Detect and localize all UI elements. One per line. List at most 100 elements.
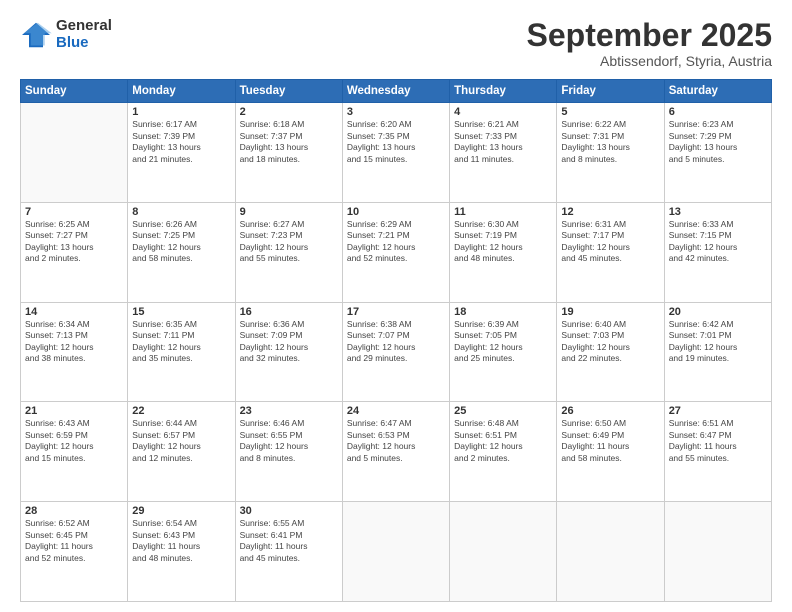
table-row: 9Sunrise: 6:27 AM Sunset: 7:23 PM Daylig… [235,202,342,302]
month-title: September 2025 [527,18,772,53]
header-saturday: Saturday [664,80,771,103]
day-info: Sunrise: 6:17 AM Sunset: 7:39 PM Dayligh… [132,119,230,165]
day-number: 11 [454,206,552,218]
day-info: Sunrise: 6:23 AM Sunset: 7:29 PM Dayligh… [669,119,767,165]
calendar-week-row: 1Sunrise: 6:17 AM Sunset: 7:39 PM Daylig… [21,103,772,203]
header-sunday: Sunday [21,80,128,103]
table-row: 10Sunrise: 6:29 AM Sunset: 7:21 PM Dayli… [342,202,449,302]
calendar-week-row: 7Sunrise: 6:25 AM Sunset: 7:27 PM Daylig… [21,202,772,302]
day-info: Sunrise: 6:36 AM Sunset: 7:09 PM Dayligh… [240,319,338,365]
table-row [664,502,771,602]
table-row [21,103,128,203]
day-number: 26 [561,405,659,417]
table-row: 28Sunrise: 6:52 AM Sunset: 6:45 PM Dayli… [21,502,128,602]
table-row [557,502,664,602]
day-info: Sunrise: 6:26 AM Sunset: 7:25 PM Dayligh… [132,219,230,265]
table-row: 13Sunrise: 6:33 AM Sunset: 7:15 PM Dayli… [664,202,771,302]
header-thursday: Thursday [450,80,557,103]
day-number: 20 [669,306,767,318]
day-info: Sunrise: 6:40 AM Sunset: 7:03 PM Dayligh… [561,319,659,365]
day-info: Sunrise: 6:30 AM Sunset: 7:19 PM Dayligh… [454,219,552,265]
day-number: 10 [347,206,445,218]
day-number: 2 [240,106,338,118]
day-info: Sunrise: 6:20 AM Sunset: 7:35 PM Dayligh… [347,119,445,165]
table-row: 1Sunrise: 6:17 AM Sunset: 7:39 PM Daylig… [128,103,235,203]
table-row: 12Sunrise: 6:31 AM Sunset: 7:17 PM Dayli… [557,202,664,302]
table-row [342,502,449,602]
table-row: 5Sunrise: 6:22 AM Sunset: 7:31 PM Daylig… [557,103,664,203]
title-block: September 2025 Abtissendorf, Styria, Aus… [527,18,772,69]
calendar-week-row: 28Sunrise: 6:52 AM Sunset: 6:45 PM Dayli… [21,502,772,602]
day-info: Sunrise: 6:21 AM Sunset: 7:33 PM Dayligh… [454,119,552,165]
day-number: 9 [240,206,338,218]
day-info: Sunrise: 6:55 AM Sunset: 6:41 PM Dayligh… [240,518,338,564]
day-info: Sunrise: 6:35 AM Sunset: 7:11 PM Dayligh… [132,319,230,365]
day-number: 4 [454,106,552,118]
day-info: Sunrise: 6:42 AM Sunset: 7:01 PM Dayligh… [669,319,767,365]
day-info: Sunrise: 6:52 AM Sunset: 6:45 PM Dayligh… [25,518,123,564]
day-number: 25 [454,405,552,417]
day-info: Sunrise: 6:29 AM Sunset: 7:21 PM Dayligh… [347,219,445,265]
day-number: 6 [669,106,767,118]
calendar-header-row: Sunday Monday Tuesday Wednesday Thursday… [21,80,772,103]
day-info: Sunrise: 6:31 AM Sunset: 7:17 PM Dayligh… [561,219,659,265]
table-row: 21Sunrise: 6:43 AM Sunset: 6:59 PM Dayli… [21,402,128,502]
day-info: Sunrise: 6:25 AM Sunset: 7:27 PM Dayligh… [25,219,123,265]
table-row: 27Sunrise: 6:51 AM Sunset: 6:47 PM Dayli… [664,402,771,502]
day-number: 28 [25,505,123,517]
header-friday: Friday [557,80,664,103]
calendar-week-row: 21Sunrise: 6:43 AM Sunset: 6:59 PM Dayli… [21,402,772,502]
table-row: 7Sunrise: 6:25 AM Sunset: 7:27 PM Daylig… [21,202,128,302]
day-info: Sunrise: 6:33 AM Sunset: 7:15 PM Dayligh… [669,219,767,265]
day-number: 21 [25,405,123,417]
day-info: Sunrise: 6:18 AM Sunset: 7:37 PM Dayligh… [240,119,338,165]
day-number: 29 [132,505,230,517]
day-number: 22 [132,405,230,417]
table-row: 17Sunrise: 6:38 AM Sunset: 7:07 PM Dayli… [342,302,449,402]
table-row: 20Sunrise: 6:42 AM Sunset: 7:01 PM Dayli… [664,302,771,402]
day-info: Sunrise: 6:44 AM Sunset: 6:57 PM Dayligh… [132,418,230,464]
logo-general-text: General [56,18,112,35]
day-info: Sunrise: 6:48 AM Sunset: 6:51 PM Dayligh… [454,418,552,464]
table-row: 2Sunrise: 6:18 AM Sunset: 7:37 PM Daylig… [235,103,342,203]
day-info: Sunrise: 6:27 AM Sunset: 7:23 PM Dayligh… [240,219,338,265]
header-monday: Monday [128,80,235,103]
day-number: 15 [132,306,230,318]
day-info: Sunrise: 6:38 AM Sunset: 7:07 PM Dayligh… [347,319,445,365]
day-number: 14 [25,306,123,318]
table-row: 25Sunrise: 6:48 AM Sunset: 6:51 PM Dayli… [450,402,557,502]
day-number: 12 [561,206,659,218]
table-row [450,502,557,602]
day-info: Sunrise: 6:50 AM Sunset: 6:49 PM Dayligh… [561,418,659,464]
table-row: 26Sunrise: 6:50 AM Sunset: 6:49 PM Dayli… [557,402,664,502]
day-info: Sunrise: 6:22 AM Sunset: 7:31 PM Dayligh… [561,119,659,165]
table-row: 14Sunrise: 6:34 AM Sunset: 7:13 PM Dayli… [21,302,128,402]
logo-icon [20,21,52,49]
day-number: 7 [25,206,123,218]
day-number: 3 [347,106,445,118]
logo-text: General Blue [56,18,112,51]
table-row: 22Sunrise: 6:44 AM Sunset: 6:57 PM Dayli… [128,402,235,502]
day-number: 27 [669,405,767,417]
location-subtitle: Abtissendorf, Styria, Austria [527,53,772,69]
day-info: Sunrise: 6:51 AM Sunset: 6:47 PM Dayligh… [669,418,767,464]
table-row: 23Sunrise: 6:46 AM Sunset: 6:55 PM Dayli… [235,402,342,502]
table-row: 15Sunrise: 6:35 AM Sunset: 7:11 PM Dayli… [128,302,235,402]
day-info: Sunrise: 6:43 AM Sunset: 6:59 PM Dayligh… [25,418,123,464]
table-row: 19Sunrise: 6:40 AM Sunset: 7:03 PM Dayli… [557,302,664,402]
day-info: Sunrise: 6:54 AM Sunset: 6:43 PM Dayligh… [132,518,230,564]
day-number: 18 [454,306,552,318]
logo: General Blue [20,18,112,51]
header: General Blue September 2025 Abtissendorf… [20,18,772,69]
day-number: 19 [561,306,659,318]
header-tuesday: Tuesday [235,80,342,103]
day-number: 8 [132,206,230,218]
table-row: 3Sunrise: 6:20 AM Sunset: 7:35 PM Daylig… [342,103,449,203]
day-info: Sunrise: 6:46 AM Sunset: 6:55 PM Dayligh… [240,418,338,464]
table-row: 8Sunrise: 6:26 AM Sunset: 7:25 PM Daylig… [128,202,235,302]
calendar-table: Sunday Monday Tuesday Wednesday Thursday… [20,79,772,602]
day-number: 17 [347,306,445,318]
page: General Blue September 2025 Abtissendorf… [0,0,792,612]
table-row: 6Sunrise: 6:23 AM Sunset: 7:29 PM Daylig… [664,103,771,203]
table-row: 4Sunrise: 6:21 AM Sunset: 7:33 PM Daylig… [450,103,557,203]
